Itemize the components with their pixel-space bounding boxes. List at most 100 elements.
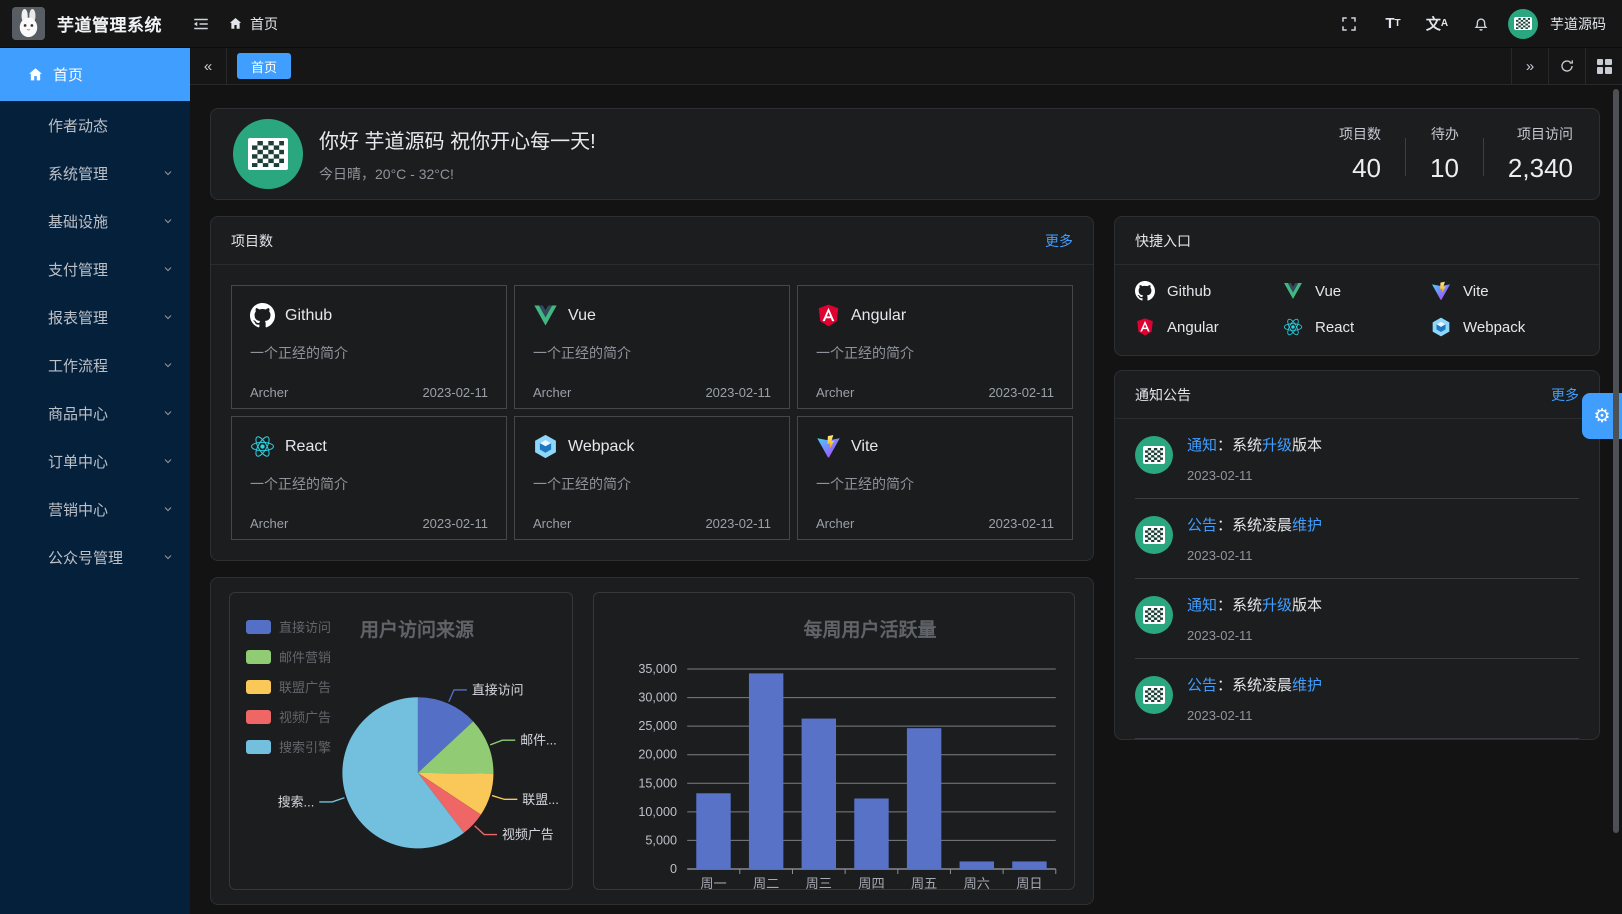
- scrollbar-thumb[interactable]: [1613, 89, 1619, 833]
- menu-fold-icon[interactable]: [184, 7, 218, 41]
- greeting-text: 你好 芋道源码 祝你开心每一天!: [319, 125, 596, 154]
- tab-strip: 首页: [227, 48, 1511, 84]
- project-tile-Vue[interactable]: Vue 一个正经的简介 Archer 2023-02-11: [514, 285, 790, 409]
- sidebar-item-报表管理[interactable]: 报表管理: [0, 293, 190, 341]
- app-title: 芋道管理系统: [57, 11, 162, 36]
- bar-chart[interactable]: 05,00010,00015,00020,00025,00030,00035,0…: [594, 593, 1074, 889]
- profile-qr-avatar: [233, 119, 303, 189]
- sidebar-item-支付管理[interactable]: 支付管理: [0, 245, 190, 293]
- refresh-icon[interactable]: [1548, 48, 1585, 84]
- notice-date: 2023-02-11: [1187, 708, 1322, 723]
- shortcut-label: React: [1315, 319, 1354, 336]
- project-description: 一个正经的简介: [816, 474, 1054, 494]
- shortcut-label: Angular: [1167, 319, 1219, 336]
- stats-row: 项目数 40 待办 10 项目访问 2,340: [1315, 124, 1573, 184]
- project-author: Archer: [250, 516, 288, 531]
- shortcut-Webpack[interactable]: Webpack: [1431, 317, 1579, 337]
- vite-icon: [816, 434, 841, 459]
- tab-首页[interactable]: 首页: [237, 53, 291, 79]
- notice-qr-avatar: [1135, 516, 1173, 554]
- layout-grid-icon[interactable]: [1585, 48, 1622, 84]
- notice-item[interactable]: 通知：系统升级版本 2023-02-11: [1135, 419, 1579, 499]
- notice-qr-avatar: [1135, 436, 1173, 474]
- notice-item[interactable]: 通知：系统升级版本 2023-02-11: [1135, 579, 1579, 659]
- sidebar-item-商品中心[interactable]: 商品中心: [0, 389, 190, 437]
- vite-icon: [1431, 281, 1451, 301]
- project-date: 2023-02-11: [988, 385, 1054, 400]
- projects-card: 项目数 更多 Github 一个正经的简介 Archer 2023-02-11 …: [210, 216, 1094, 561]
- angular-icon: [816, 303, 841, 328]
- svg-text:周五: 周五: [911, 876, 937, 889]
- sidebar-item-工作流程[interactable]: 工作流程: [0, 341, 190, 389]
- project-author: Archer: [816, 385, 854, 400]
- projects-more-link[interactable]: 更多: [1045, 231, 1073, 251]
- project-tile-Webpack[interactable]: Webpack 一个正经的简介 Archer 2023-02-11: [514, 416, 790, 540]
- chevron-down-icon: [162, 503, 174, 515]
- sidebar-item-作者动态[interactable]: 作者动态: [0, 101, 190, 149]
- bar-chart-panel: 每周用户活跃量 05,00010,00015,00020,00025,00030…: [593, 592, 1075, 890]
- project-name: Webpack: [568, 438, 634, 456]
- chevron-down-icon: [162, 167, 174, 179]
- font-size-icon[interactable]: TT: [1376, 7, 1410, 41]
- weather-text: 今日晴，20°C - 32°C!: [319, 164, 596, 184]
- svg-text:周三: 周三: [806, 876, 832, 889]
- svg-text:视频广告: 视频广告: [502, 827, 554, 842]
- project-date: 2023-02-11: [705, 385, 771, 400]
- language-icon[interactable]: 文A: [1420, 7, 1454, 41]
- shortcut-Vite[interactable]: Vite: [1431, 281, 1579, 301]
- scroll-tabs-right-icon[interactable]: »: [1511, 48, 1548, 84]
- notice-item[interactable]: 公告：系统凌晨维护 2023-02-11: [1135, 499, 1579, 579]
- project-date: 2023-02-11: [422, 385, 488, 400]
- sidebar-item-营销中心[interactable]: 营销中心: [0, 485, 190, 533]
- svg-text:搜索...: 搜索...: [278, 794, 315, 809]
- fullscreen-icon[interactable]: [1332, 7, 1366, 41]
- svg-text:15,000: 15,000: [638, 776, 677, 790]
- project-tile-Angular[interactable]: Angular 一个正经的简介 Archer 2023-02-11: [797, 285, 1073, 409]
- app-window: 芋道管理系统 首页 TT 文A 芋道源码 首页 作者动态: [0, 0, 1622, 914]
- sidebar-item-基础设施[interactable]: 基础设施: [0, 197, 190, 245]
- notice-item[interactable]: 公告：系统凌晨维护 2023-02-11: [1135, 659, 1579, 739]
- shortcut-Vue[interactable]: Vue: [1283, 281, 1431, 301]
- notification-bell-icon[interactable]: [1464, 7, 1498, 41]
- shortcut-label: Webpack: [1463, 319, 1525, 336]
- shortcut-Github[interactable]: Github: [1135, 281, 1283, 301]
- notice-qr-avatar: [1135, 676, 1173, 714]
- pie-chart-panel: 用户访问来源 直接访问 邮件营销 联盟广告 视频广告 搜索引擎 直接访问邮件..…: [229, 592, 573, 890]
- breadcrumb[interactable]: 首页: [228, 14, 278, 34]
- shortcut-React[interactable]: React: [1283, 317, 1431, 337]
- project-tile-React[interactable]: React 一个正经的简介 Archer 2023-02-11: [231, 416, 507, 540]
- project-author: Archer: [533, 385, 571, 400]
- welcome-text: 你好 芋道源码 祝你开心每一天! 今日晴，20°C - 32°C!: [319, 125, 596, 184]
- projects-card-title: 项目数: [231, 231, 273, 251]
- grid-glyph: [1597, 59, 1612, 74]
- user-avatar[interactable]: [1508, 9, 1538, 39]
- project-name: React: [285, 438, 327, 456]
- tab-bar: « 首页 »: [190, 48, 1622, 85]
- projects-card-header: 项目数 更多: [211, 217, 1093, 265]
- svg-text:直接访问: 直接访问: [472, 682, 524, 697]
- home-icon: [27, 66, 44, 83]
- svg-text:5,000: 5,000: [645, 833, 677, 847]
- svg-text:邮件...: 邮件...: [520, 733, 557, 748]
- collapse-sidebar-icon[interactable]: «: [190, 48, 227, 84]
- username[interactable]: 芋道源码: [1550, 14, 1606, 34]
- stat-item: 项目访问 2,340: [1484, 124, 1573, 184]
- top-navbar: 芋道管理系统 首页 TT 文A 芋道源码: [0, 0, 1622, 48]
- project-tile-Github[interactable]: Github 一个正经的简介 Archer 2023-02-11: [231, 285, 507, 409]
- project-tile-Vite[interactable]: Vite 一个正经的简介 Archer 2023-02-11: [797, 416, 1073, 540]
- shortcut-label: Vue: [1315, 283, 1341, 300]
- shortcut-Angular[interactable]: Angular: [1135, 317, 1283, 337]
- sidebar-item-公众号管理[interactable]: 公众号管理: [0, 533, 190, 581]
- notice-title: 通知：系统升级版本: [1187, 436, 1322, 456]
- pie-chart[interactable]: 直接访问邮件...联盟...视频广告搜索...: [230, 593, 572, 889]
- notices-more-link[interactable]: 更多: [1551, 385, 1579, 405]
- chevron-down-icon: [162, 455, 174, 467]
- webpack-icon: [533, 434, 558, 459]
- sidebar-item-首页[interactable]: 首页: [0, 48, 190, 101]
- notices-card-title: 通知公告: [1135, 385, 1191, 405]
- notice-title: 通知：系统升级版本: [1187, 596, 1322, 616]
- svg-text:周日: 周日: [1016, 876, 1042, 889]
- sidebar-item-订单中心[interactable]: 订单中心: [0, 437, 190, 485]
- sidebar-item-系统管理[interactable]: 系统管理: [0, 149, 190, 197]
- chevron-down-icon: [162, 215, 174, 227]
